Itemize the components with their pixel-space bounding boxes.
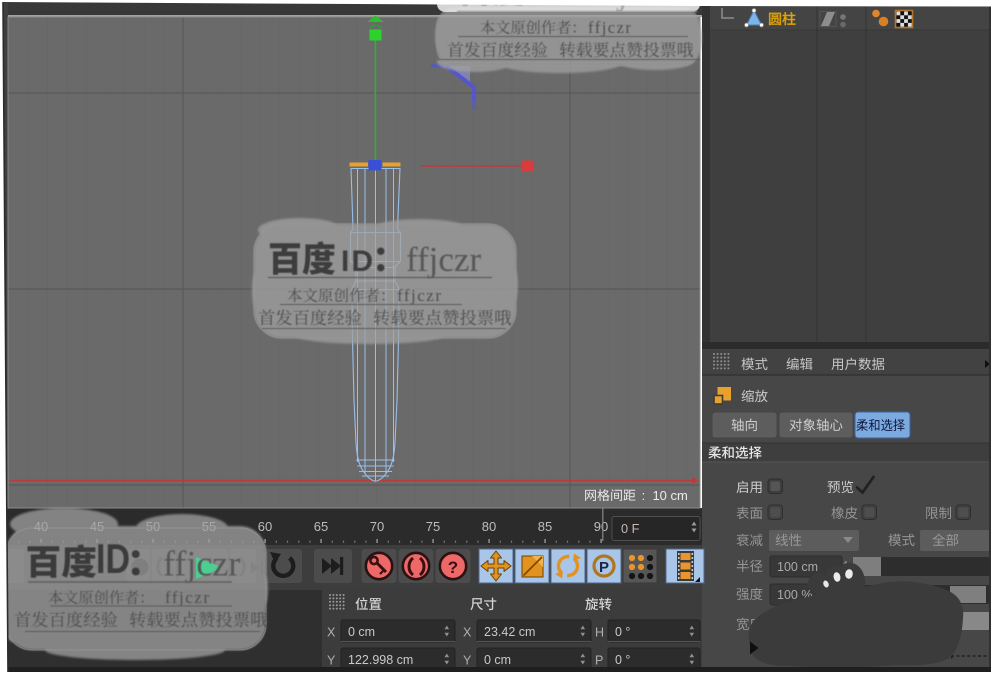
- svg-text:H: H: [595, 626, 604, 640]
- svg-text:122.998 cm: 122.998 cm: [348, 653, 413, 667]
- svg-text:70: 70: [370, 519, 384, 534]
- svg-text:60: 60: [258, 519, 272, 534]
- svg-text:0 F: 0 F: [621, 521, 640, 536]
- svg-text:0 °: 0 °: [615, 653, 630, 667]
- svg-text:0 cm: 0 cm: [348, 625, 375, 639]
- svg-text:ffjczr: ffjczr: [163, 544, 240, 584]
- svg-text:Y: Y: [327, 654, 336, 668]
- svg-text:ID: ID: [341, 245, 375, 278]
- svg-text:P: P: [599, 559, 609, 576]
- svg-text:ID: ID: [96, 535, 130, 582]
- svg-text:: 10 cm: : 10 cm: [638, 488, 688, 503]
- svg-text:P: P: [595, 654, 603, 668]
- svg-text:65: 65: [314, 519, 328, 534]
- svg-text:75: 75: [426, 519, 440, 534]
- svg-text:ffjczr: ffjczr: [406, 240, 481, 279]
- svg-text:ffjczr: ffjczr: [588, 18, 632, 37]
- svg-text:0 cm: 0 cm: [484, 653, 511, 667]
- svg-text:23.42 cm: 23.42 cm: [484, 625, 535, 639]
- svg-text:ffjczr: ffjczr: [165, 588, 211, 607]
- svg-text:85: 85: [538, 519, 552, 534]
- svg-text:X: X: [463, 626, 472, 640]
- svg-text:ffjczr: ffjczr: [397, 286, 443, 305]
- svg-text:0 °: 0 °: [615, 625, 630, 639]
- svg-text:Y: Y: [463, 654, 472, 668]
- svg-text:100 cm: 100 cm: [777, 560, 818, 574]
- svg-text:X: X: [327, 626, 336, 640]
- svg-text:?: ?: [448, 558, 458, 577]
- svg-text:80: 80: [482, 519, 496, 534]
- svg-text:90: 90: [594, 519, 608, 534]
